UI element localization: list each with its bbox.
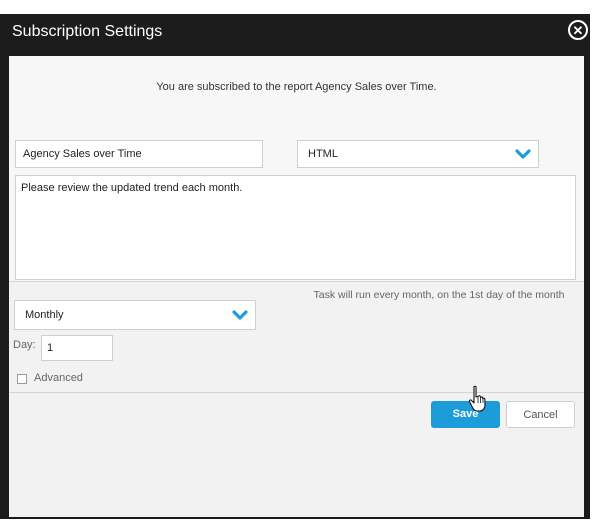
subscription-name-value: Agency Sales over Time <box>23 148 142 160</box>
hand-cursor-icon <box>468 385 486 412</box>
message-textarea[interactable]: Please review the updated trend each mon… <box>15 175 576 280</box>
chevron-down-icon <box>232 310 248 320</box>
subscription-intro-text: You are subscribed to the report Agency … <box>156 81 437 93</box>
frequency-select[interactable]: Monthly <box>14 300 256 330</box>
cancel-button[interactable]: Cancel <box>506 401 575 428</box>
format-select[interactable]: HTML <box>297 140 539 168</box>
day-input[interactable]: 1 <box>41 335 113 361</box>
message-text: Please review the updated trend each mon… <box>21 182 243 194</box>
advanced-label: Advanced <box>34 372 83 384</box>
close-icon[interactable]: ✕ <box>568 20 588 40</box>
day-label: Day: <box>13 339 36 351</box>
advanced-checkbox[interactable] <box>17 374 27 384</box>
schedule-section: Monthly Task will run every month, on th… <box>9 282 584 392</box>
dialog-title: Subscription Settings <box>12 23 163 40</box>
save-button[interactable]: Save <box>431 401 500 428</box>
dialog-footer: Save Cancel <box>9 393 584 517</box>
schedule-description: Task will run every month, on the 1st da… <box>313 289 565 301</box>
day-value: 1 <box>47 342 54 354</box>
report-section: You are subscribed to the report Agency … <box>9 56 584 281</box>
subscription-settings-dialog: Subscription Settings ✕ You are subscrib… <box>0 14 590 519</box>
format-select-value: HTML <box>308 148 338 160</box>
dialog-panel: You are subscribed to the report Agency … <box>9 56 584 517</box>
subscription-name-input[interactable]: Agency Sales over Time <box>15 140 263 168</box>
chevron-down-icon <box>515 149 531 159</box>
frequency-select-value: Monthly <box>25 309 64 321</box>
